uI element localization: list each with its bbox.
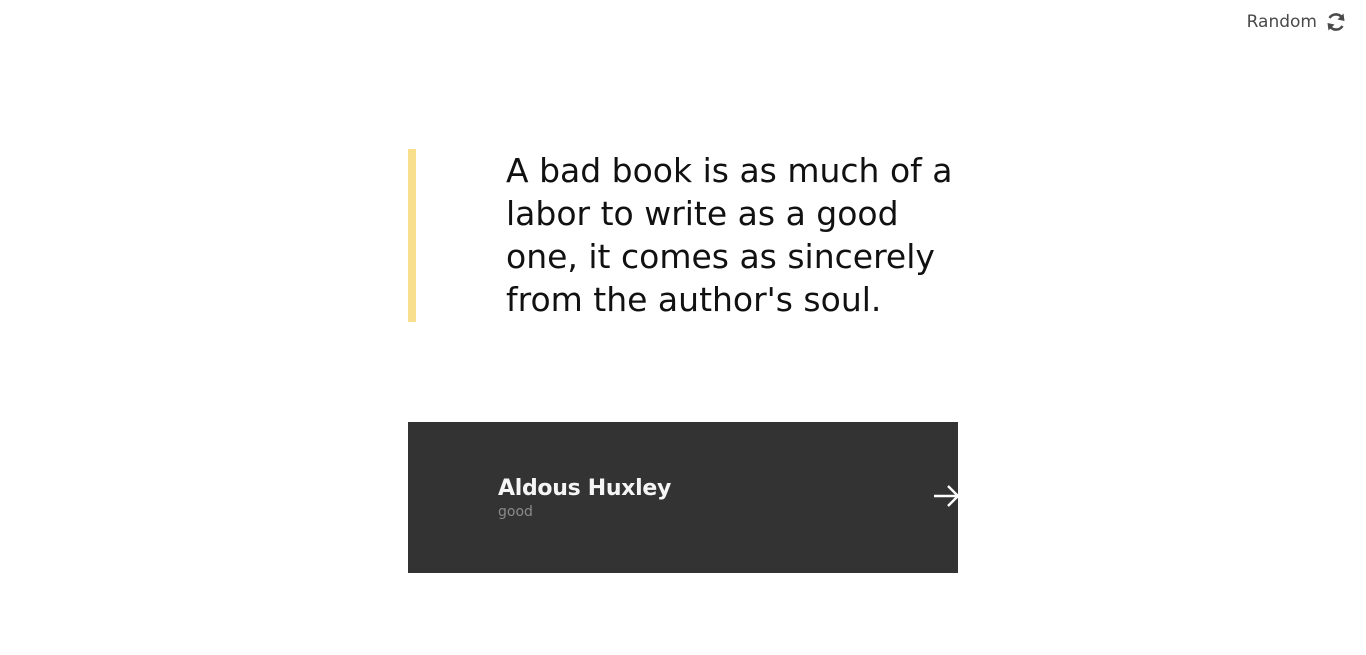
random-button[interactable]: Random	[1247, 11, 1347, 33]
refresh-icon	[1325, 11, 1347, 33]
author-name: Aldous Huxley	[498, 476, 672, 501]
arrow-right-icon[interactable]	[932, 484, 958, 508]
random-label: Random	[1246, 12, 1317, 32]
author-card[interactable]: Aldous Huxley good	[408, 422, 958, 573]
quote-accent-bar	[408, 149, 416, 322]
quote-block: A bad book is as much of a labor to writ…	[408, 149, 958, 322]
author-tag: good	[498, 504, 533, 520]
quote-text: A bad book is as much of a labor to writ…	[506, 151, 953, 319]
